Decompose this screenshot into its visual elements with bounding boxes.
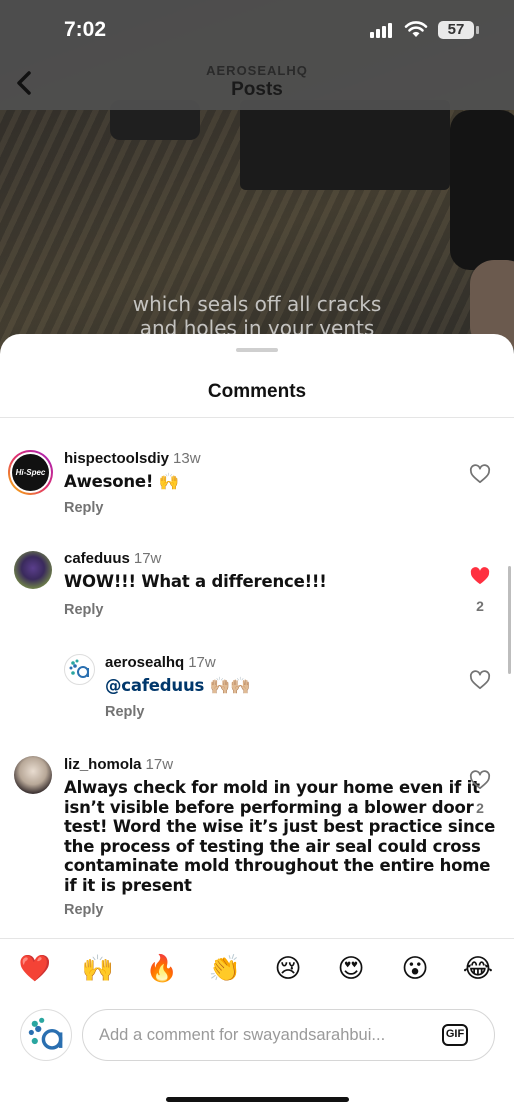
header-account-name: AEROSEALHQ [206,63,308,78]
username-text[interactable]: aerosealhq [105,654,184,671]
comment-username[interactable]: liz_homola 17w [64,756,173,773]
status-time: 7:02 [64,18,107,41]
comment-emoji: 🙌🏼🙌🏼 [209,676,251,695]
emoji-fire-button[interactable]: 🔥 [142,954,182,984]
comment-text-line: isn’t visible before performing a blower… [64,797,474,817]
aeroseal-logo-icon [69,659,89,678]
avatar[interactable] [14,551,52,589]
battery-cap [476,26,479,34]
video-caption-line1: which seals off all cracks [132,292,382,316]
emoji-raised-hands-button[interactable]: 🙌 [78,954,118,984]
emoji-crying-button[interactable]: 😢 [268,954,308,984]
emoji-clap-button[interactable]: 👏 [205,954,245,984]
comment-age: 17w [145,756,174,773]
comment-text-line: the process of testing the air seal coul… [64,836,481,856]
comment-text-line: contaminate mold throughout the entire h… [64,856,491,875]
video-dark-object [240,100,450,190]
top-header: AEROSEALHQ Posts [0,60,514,110]
sheet-grabber[interactable] [236,348,278,352]
home-indicator [166,1097,349,1102]
comment-text-line: Always check for mold in your home even … [64,778,480,797]
emoji-surprised-button[interactable]: 😮 [395,954,435,984]
emoji-heart-eyes-button[interactable]: 😍 [331,954,371,984]
wifi-icon [404,21,428,37]
emoji-heart-button[interactable]: ❤️ [15,954,55,984]
comment-username[interactable]: hispectoolsdiy 13w [64,450,201,467]
aeroseal-logo-icon [28,1017,63,1050]
heart-outline-icon[interactable] [469,770,491,790]
reply-button[interactable]: Reply [64,602,104,618]
comment-input-placeholder: Add a comment for swayandsarahbui... [99,1026,386,1044]
heart-filled-icon[interactable] [469,566,491,586]
reply-button[interactable]: Reply [105,704,145,720]
avatar[interactable]: Hi-Spec [8,450,53,495]
comment-text: WOW!!! What a difference!!! [64,572,327,591]
comment-text-line: test! Word the wise it’s just best pract… [64,817,496,836]
comment-age: 17w [188,654,216,671]
status-bar: 7:02 57 [0,0,514,60]
comment-age: 17w [133,550,162,567]
like-count: 2 [476,800,484,816]
comment-age: 13w [173,450,201,467]
cellular-signal-icon [370,22,396,38]
reply-button[interactable]: Reply [64,902,104,918]
comment-input[interactable]: Add a comment for swayandsarahbui... GIF [82,1009,495,1061]
username-text[interactable]: liz_homola [64,756,142,773]
divider [0,938,514,939]
comment-text-line: if it is present [64,875,192,895]
page-title: Posts [231,79,283,100]
like-count: 2 [476,598,484,614]
username-text[interactable]: cafeduus [64,550,130,567]
scrollbar[interactable] [508,566,511,674]
divider [0,417,514,418]
comments-title: Comments [207,381,307,402]
comment-text: @cafeduus 🙌🏼🙌🏼 [105,676,251,696]
battery-icon: 57 [438,21,474,39]
reply-button[interactable]: Reply [64,500,104,516]
comments-sheet: Comments Hi-Spec hispectoolsdiy 13w Aweso… [0,334,514,1112]
comment-username[interactable]: cafeduus 17w [64,550,161,567]
video-leg [450,110,514,270]
avatar[interactable] [64,654,95,685]
gif-button[interactable]: GIF [442,1024,468,1046]
avatar[interactable] [14,756,52,794]
mention-link[interactable]: @cafeduus [105,676,204,695]
comment-text: Awesone! 🙌 [64,472,180,491]
heart-outline-icon[interactable] [469,670,491,690]
username-text[interactable]: hispectoolsdiy [64,450,169,467]
current-user-avatar [20,1009,72,1061]
emoji-laughing-button[interactable]: 😂 [458,954,498,984]
heart-outline-icon[interactable] [469,464,491,484]
comment-username[interactable]: aerosealhq 17w [105,654,216,671]
